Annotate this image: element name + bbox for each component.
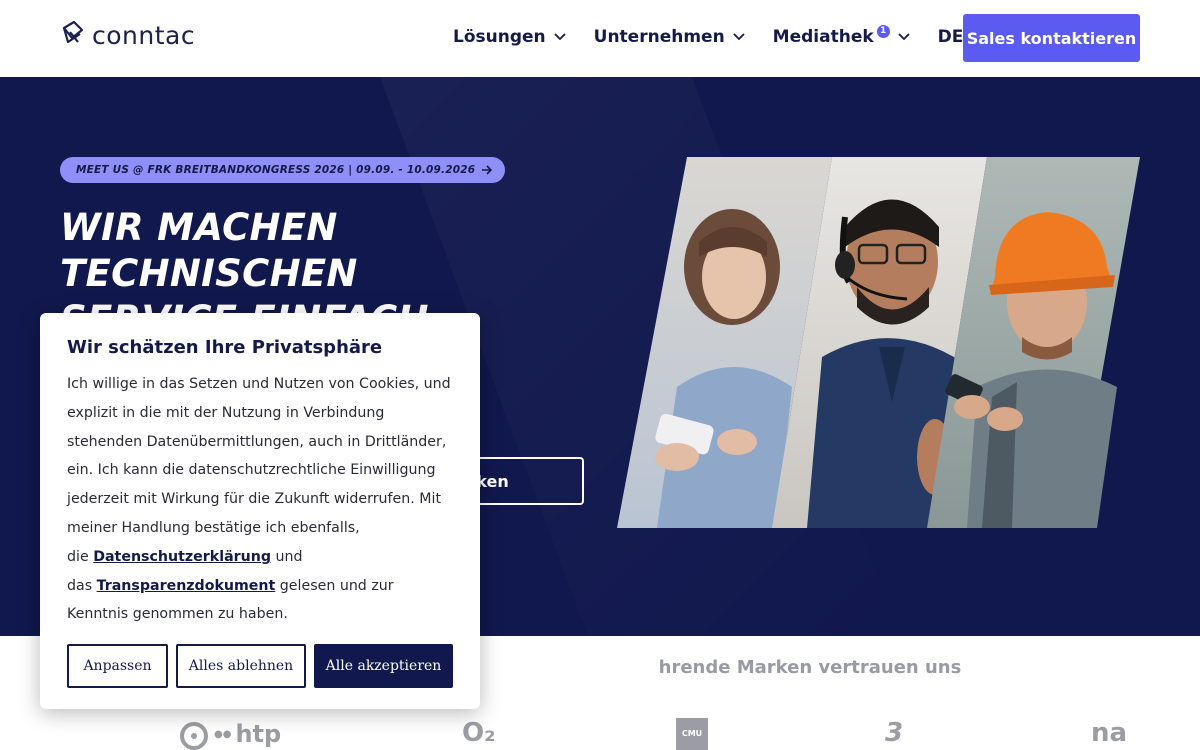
cookie-text: Ich willige in das Setzen und Nutzen von… xyxy=(67,370,453,629)
cookie-reject-all-button[interactable]: Alles ablehnen xyxy=(176,644,306,688)
brand-logo-htp: ●● htp xyxy=(178,718,281,750)
nav-label: Lösungen xyxy=(453,27,546,47)
cookie-accept-all-button[interactable]: Alle akzeptieren xyxy=(314,644,453,688)
event-pill-text: MEET US @ FRK BREITBANDKONGRESS 2026 | 0… xyxy=(76,164,476,176)
nav-label: Mediathek xyxy=(772,27,874,47)
cookie-text-part: die xyxy=(67,548,89,565)
chevron-down-icon xyxy=(733,33,745,41)
nav-item-unternehmen[interactable]: Unternehmen xyxy=(594,27,745,47)
privacy-policy-link[interactable]: Datenschutzerklärung xyxy=(93,549,271,565)
logo-text: conntac xyxy=(92,20,196,50)
nav-label: DE xyxy=(937,27,964,47)
arrow-right-icon xyxy=(482,165,493,175)
cookie-text-part: das xyxy=(67,577,93,594)
cookie-button-group: Anpassen Alles ablehnen Alle akzeptieren xyxy=(67,644,453,688)
nav-label: Unternehmen xyxy=(593,27,725,47)
htp-ring-icon xyxy=(180,722,208,750)
team-photo-collage xyxy=(617,157,1140,528)
chevron-down-icon xyxy=(898,33,910,41)
brand-logo-three: 3 xyxy=(885,718,904,748)
event-banner-link[interactable]: MEET US @ FRK BREITBANDKONGRESS 2026 | 0… xyxy=(60,157,506,183)
chevron-down-icon xyxy=(554,33,566,41)
brand-logo-na: na xyxy=(1091,718,1128,748)
brand-logo-cmu: CMU xyxy=(676,718,708,750)
cookie-customize-button[interactable]: Anpassen xyxy=(67,644,168,688)
main-nav: Lösungen Unternehmen Mediathek 1 DE xyxy=(453,24,1011,47)
nav-item-mediathek[interactable]: Mediathek 1 xyxy=(772,24,910,47)
conntac-logo[interactable]: conntac xyxy=(60,20,195,50)
transparency-document-link[interactable]: Transparenzdokument xyxy=(97,578,276,594)
brand-logos-row: ●● htp O₂ CMU 3 na xyxy=(0,718,1200,750)
nav-item-loesungen[interactable]: Lösungen xyxy=(453,27,566,47)
cookie-text-part: und xyxy=(275,548,303,565)
cookie-consent-dialog: Wir schätzen Ihre Privatsphäre Ich willi… xyxy=(40,313,480,709)
sales-contact-button[interactable]: Sales kontaktieren xyxy=(963,14,1140,62)
cookie-text-part: Ich willige in das Setzen und Nutzen von… xyxy=(67,376,451,536)
notification-badge: 1 xyxy=(876,24,890,38)
logo-icon xyxy=(62,20,84,44)
brand-name: htp xyxy=(235,720,282,748)
site-header: conntac Lösungen Unternehmen Mediathek 1… xyxy=(0,0,1200,77)
brand-logo-o2: O₂ xyxy=(462,718,496,748)
cookie-title: Wir schätzen Ihre Privatsphäre xyxy=(67,337,383,358)
htp-dots: ●● xyxy=(214,728,232,740)
